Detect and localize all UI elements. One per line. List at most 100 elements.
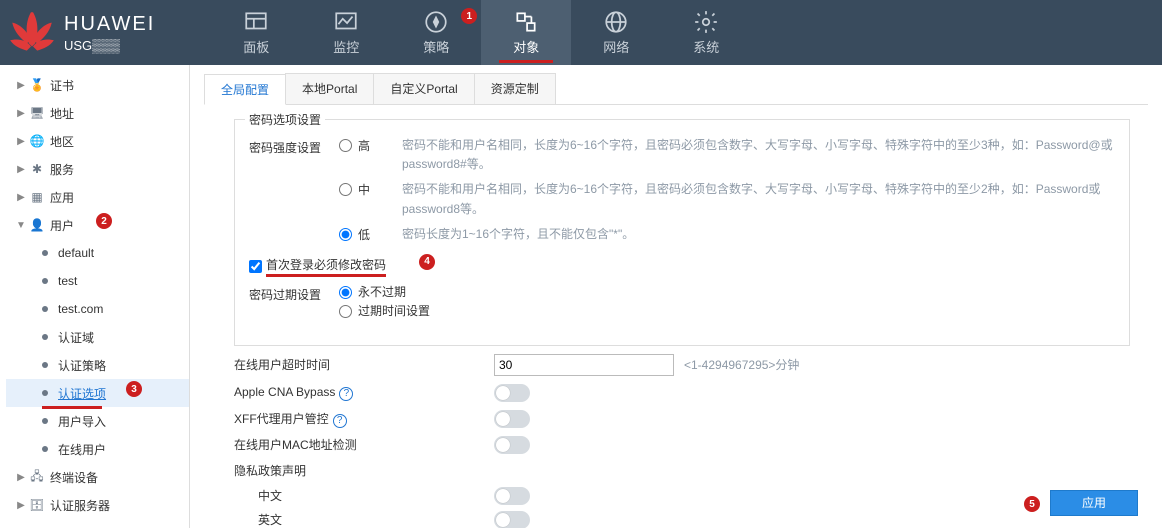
password-expire-label: 密码过期设置 — [249, 283, 339, 303]
sidebar: ▶🏅证书 ▶🖥地址 ▶🌐地区 ▶✱服务 ▶▦应用 ▼👤用户 2 default … — [0, 65, 190, 528]
underline — [42, 406, 102, 409]
gear-icon — [693, 9, 719, 35]
sidebar-item-service[interactable]: ▶✱服务 — [6, 155, 189, 183]
main-area: ▶🏅证书 ▶🖥地址 ▶🌐地区 ▶✱服务 ▶▦应用 ▼👤用户 2 default … — [0, 65, 1162, 528]
sidebar-item-app[interactable]: ▶▦应用 — [6, 183, 189, 211]
privacy-english-label: 英文 — [258, 511, 494, 528]
nav-object[interactable]: 对象 — [481, 0, 571, 65]
tab-resource[interactable]: 资源定制 — [474, 73, 556, 104]
radio-never-expire[interactable] — [339, 286, 352, 299]
logo-area: HUAWEI USG▒▒▒ — [0, 0, 165, 65]
object-icon — [513, 9, 539, 35]
sidebar-item-user-import[interactable]: 用户导入 — [6, 407, 189, 435]
toggle-xff[interactable] — [494, 410, 530, 428]
checkbox-first-login[interactable] — [249, 260, 262, 273]
nav-label: 面板 — [243, 37, 269, 56]
device-model: USG▒▒▒ — [64, 38, 155, 53]
mac-check-label: 在线用户MAC地址检测 — [234, 436, 494, 453]
sidebar-item-auth-domain[interactable]: 认证域 — [6, 323, 189, 351]
sidebar-item-region[interactable]: ▶🌐地区 — [6, 127, 189, 155]
nav-policy[interactable]: 策略 1 — [391, 0, 481, 65]
step-badge-1: 1 — [461, 8, 477, 24]
sidebar-item-address[interactable]: ▶🖥地址 — [6, 99, 189, 127]
sidebar-item-testcom[interactable]: test.com — [6, 295, 189, 323]
radio-high[interactable] — [339, 139, 352, 152]
radio-high-label: 高 — [358, 136, 402, 154]
online-timeout-label: 在线用户超时时间 — [234, 356, 494, 373]
nav-network[interactable]: 网络 — [571, 0, 661, 65]
dashboard-icon — [243, 9, 269, 35]
nav-label: 对象 — [513, 37, 539, 56]
config-tabs: 全局配置 本地Portal 自定义Portal 资源定制 — [204, 73, 1148, 105]
privacy-chinese-label: 中文 — [258, 487, 494, 504]
user-icon: 👤 — [28, 218, 46, 232]
online-timeout-input[interactable] — [494, 354, 674, 376]
address-icon: 🖥 — [28, 106, 46, 120]
terminal-icon: 🖧 — [28, 467, 46, 488]
fieldset-legend: 密码选项设置 — [245, 111, 325, 128]
nav-label: 监控 — [333, 37, 359, 56]
tab-custom-portal[interactable]: 自定义Portal — [373, 73, 474, 104]
radio-never-expire-label: 永不过期 — [358, 283, 406, 300]
content-area: 全局配置 本地Portal 自定义Portal 资源定制 密码选项设置 密码强度… — [190, 65, 1162, 528]
step-badge-5: 5 — [1024, 496, 1040, 512]
step-badge-4: 4 — [419, 254, 435, 270]
monitor-icon — [333, 9, 359, 35]
step-badge-2: 2 — [96, 213, 112, 229]
radio-low-desc: 密码长度为1~16个字符，且不能仅包含"*"。 — [402, 225, 1115, 244]
password-fieldset: 密码选项设置 密码强度设置 高 密码不能和用户名相同，长度为6~16个字符，且密… — [234, 119, 1130, 346]
apply-button[interactable]: 应用 — [1050, 490, 1138, 516]
toggle-mac-check[interactable] — [494, 436, 530, 454]
radio-mid[interactable] — [339, 183, 352, 196]
sidebar-item-auth-option[interactable]: 认证选项 3 — [6, 379, 189, 407]
tab-global-config[interactable]: 全局配置 — [204, 74, 286, 105]
xff-label: XFF代理用户管控 — [234, 412, 329, 426]
radio-expire-time[interactable] — [339, 305, 352, 318]
online-timeout-hint: <1-4294967295>分钟 — [684, 356, 799, 373]
privacy-label: 隐私政策声明 — [234, 462, 494, 479]
sidebar-item-online-user[interactable]: 在线用户 — [6, 435, 189, 463]
huawei-logo-icon — [6, 7, 58, 59]
radio-expire-time-label: 过期时间设置 — [358, 302, 430, 319]
region-icon: 🌐 — [28, 134, 46, 148]
toggle-privacy-english[interactable] — [494, 511, 530, 528]
top-nav: 面板 监控 策略 1 对象 网络 系统 — [211, 0, 751, 65]
radio-low[interactable] — [339, 228, 352, 241]
sidebar-item-auth-policy[interactable]: 认证策略 — [6, 351, 189, 379]
top-bar: HUAWEI USG▒▒▒ 面板 监控 策略 1 对象 网络 系统 — [0, 0, 1162, 65]
service-icon: ✱ — [28, 162, 46, 176]
cert-icon: 🏅 — [28, 78, 46, 92]
nav-label: 网络 — [603, 37, 629, 56]
toggle-privacy-chinese[interactable] — [494, 487, 530, 505]
radio-mid-desc: 密码不能和用户名相同，长度为6~16个字符，且密码必须包含数字、大写字母、小写字… — [402, 180, 1115, 218]
globe-icon — [603, 9, 629, 35]
app-icon: ▦ — [28, 190, 46, 204]
sidebar-item-user[interactable]: ▼👤用户 2 — [6, 211, 189, 239]
step-badge-3: 3 — [126, 381, 142, 397]
password-strength-label: 密码强度设置 — [249, 136, 339, 156]
help-icon[interactable]: ? — [333, 414, 347, 428]
nav-dashboard[interactable]: 面板 — [211, 0, 301, 65]
sidebar-item-auth-server[interactable]: ▶🗄认证服务器 — [6, 491, 189, 519]
nav-active-underline — [499, 60, 553, 63]
nav-monitor[interactable]: 监控 — [301, 0, 391, 65]
tab-local-portal[interactable]: 本地Portal — [285, 73, 374, 104]
brand-name: HUAWEI — [64, 13, 155, 36]
global-config-panel: 密码选项设置 密码强度设置 高 密码不能和用户名相同，长度为6~16个字符，且密… — [204, 105, 1148, 528]
nav-system[interactable]: 系统 — [661, 0, 751, 65]
auth-server-icon: 🗄 — [28, 498, 46, 512]
sidebar-item-default[interactable]: default — [6, 239, 189, 267]
toggle-apple-cna[interactable] — [494, 384, 530, 402]
checkbox-first-login-label: 首次登录必须修改密码 — [266, 256, 386, 277]
nav-label: 系统 — [693, 37, 719, 56]
radio-mid-label: 中 — [358, 180, 402, 198]
apple-cna-label: Apple CNA Bypass — [234, 385, 335, 399]
radio-high-desc: 密码不能和用户名相同，长度为6~16个字符，且密码必须包含数字、大写字母、小写字… — [402, 136, 1115, 174]
compass-icon — [423, 9, 449, 35]
radio-low-label: 低 — [358, 225, 402, 243]
sidebar-item-test[interactable]: test — [6, 267, 189, 295]
nav-label: 策略 — [423, 37, 449, 56]
help-icon[interactable]: ? — [339, 387, 353, 401]
sidebar-item-cert[interactable]: ▶🏅证书 — [6, 71, 189, 99]
sidebar-item-terminal[interactable]: ▶🖧终端设备 — [6, 463, 189, 491]
